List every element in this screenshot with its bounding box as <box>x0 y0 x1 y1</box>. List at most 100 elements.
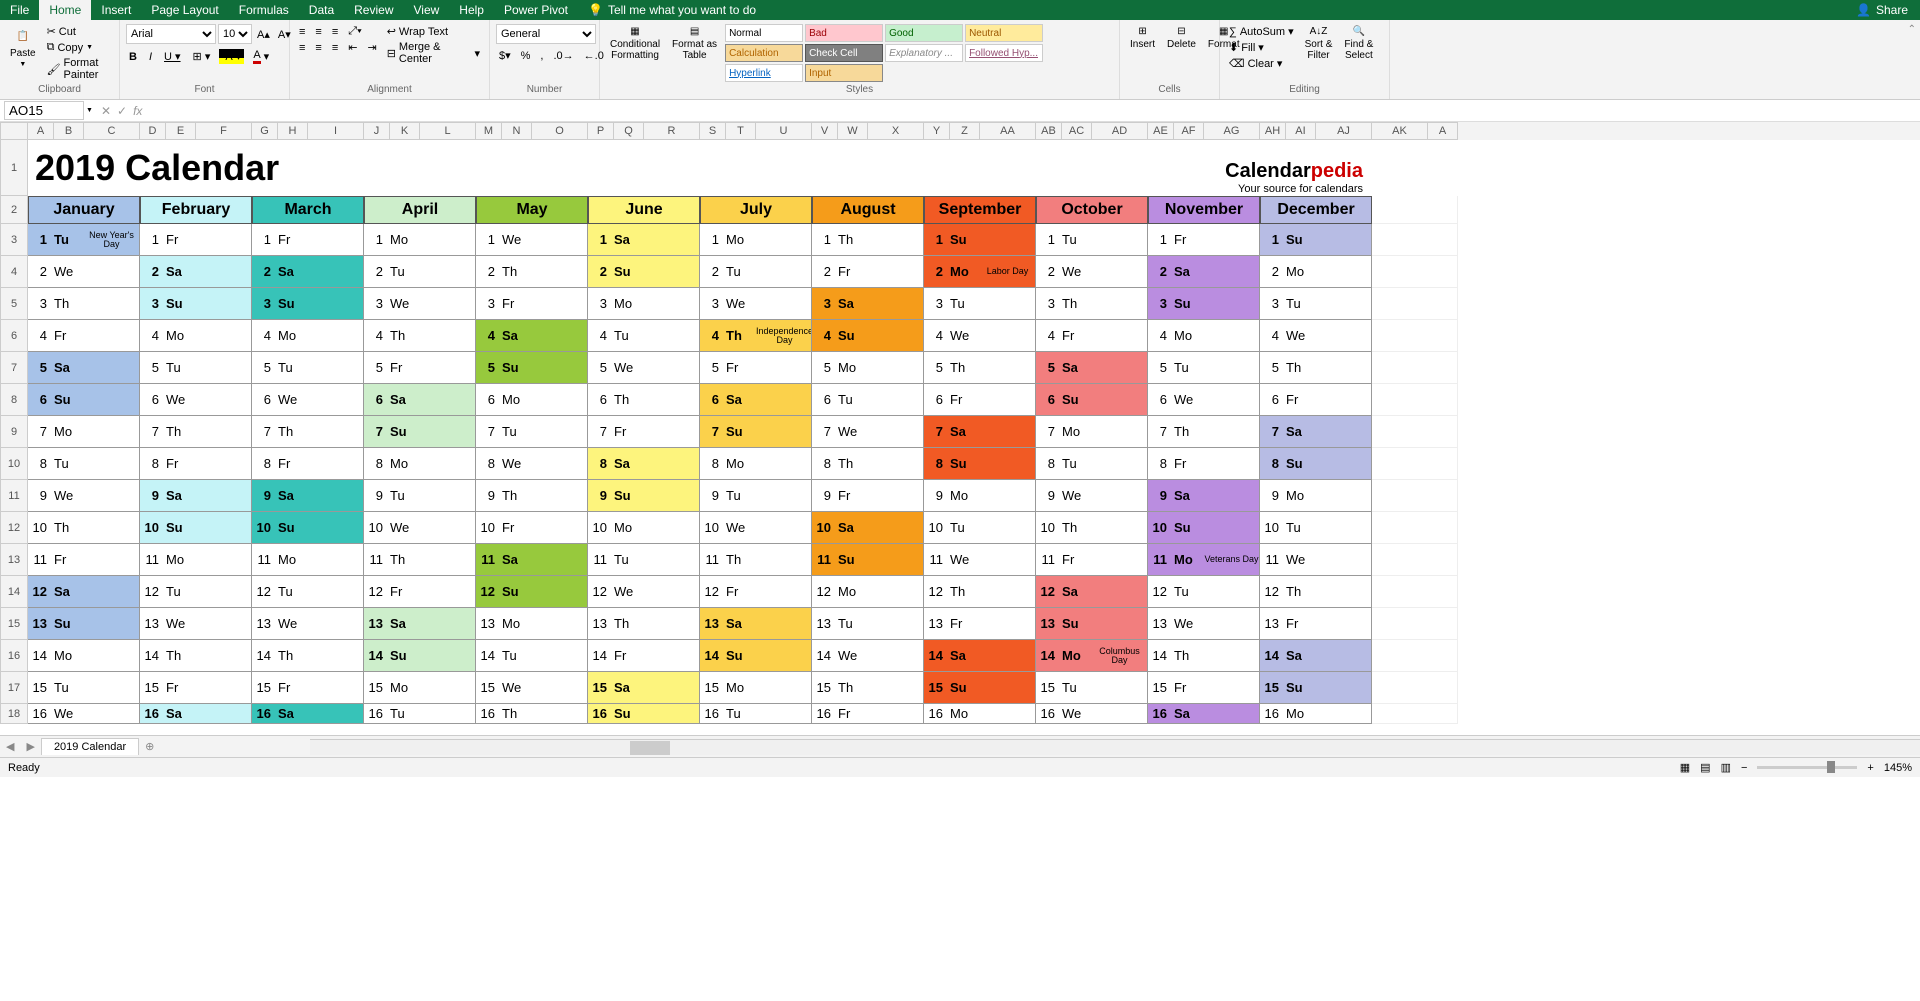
zoom-in-button[interactable]: + <box>1867 762 1873 774</box>
day-name-cell[interactable]: Sa <box>390 384 420 416</box>
day-name-cell[interactable]: Fr <box>166 224 196 256</box>
day-name-cell[interactable]: Mo <box>838 352 868 384</box>
col-header[interactable]: AF <box>1174 122 1204 140</box>
day-number-cell[interactable]: 13 <box>364 608 390 640</box>
day-number-cell[interactable]: 13 <box>924 608 950 640</box>
day-number-cell[interactable]: 6 <box>924 384 950 416</box>
day-note-cell[interactable] <box>756 480 812 512</box>
day-name-cell[interactable]: Su <box>1062 384 1092 416</box>
day-number-cell[interactable]: 11 <box>1148 544 1174 576</box>
style-bad[interactable]: Bad <box>805 24 883 42</box>
day-note-cell[interactable] <box>1092 576 1148 608</box>
day-number-cell[interactable]: 11 <box>252 544 278 576</box>
day-name-cell[interactable]: Tu <box>1062 448 1092 480</box>
day-number-cell[interactable]: 11 <box>812 544 838 576</box>
day-note-cell[interactable] <box>1092 608 1148 640</box>
day-name-cell[interactable]: Th <box>1286 352 1316 384</box>
day-note-cell[interactable] <box>644 512 700 544</box>
day-number-cell[interactable]: 8 <box>812 448 838 480</box>
day-name-cell[interactable]: Su <box>614 704 644 724</box>
day-number-cell[interactable]: 5 <box>476 352 502 384</box>
month-header[interactable]: June <box>588 196 700 224</box>
day-number-cell[interactable]: 5 <box>700 352 726 384</box>
day-note-cell[interactable] <box>1092 448 1148 480</box>
day-number-cell[interactable]: 12 <box>28 576 54 608</box>
month-header[interactable]: July <box>700 196 812 224</box>
day-note-cell[interactable] <box>1092 480 1148 512</box>
select-all-corner[interactable] <box>0 122 28 140</box>
day-note-cell[interactable] <box>532 256 588 288</box>
day-number-cell[interactable]: 9 <box>1148 480 1174 512</box>
spreadsheet-grid[interactable]: ABCDEFGHIJKLMNOPQRSTUVWXYZAAABACADAEAFAG… <box>0 122 1920 735</box>
day-number-cell[interactable]: 16 <box>924 704 950 724</box>
day-name-cell[interactable]: Tu <box>838 384 868 416</box>
col-header[interactable]: T <box>726 122 756 140</box>
day-number-cell[interactable]: 10 <box>364 512 390 544</box>
borders-button[interactable]: ⊞ ▾ <box>190 49 214 64</box>
day-note-cell[interactable] <box>868 288 924 320</box>
day-number-cell[interactable]: 8 <box>1148 448 1174 480</box>
view-page-layout-icon[interactable]: ▤ <box>1700 761 1710 774</box>
font-name-combo[interactable]: Arial <box>126 24 216 44</box>
day-note-cell[interactable] <box>1092 416 1148 448</box>
day-number-cell[interactable]: 1 <box>1036 224 1062 256</box>
day-number-cell[interactable]: 5 <box>1148 352 1174 384</box>
day-name-cell[interactable]: Sa <box>502 544 532 576</box>
percent-button[interactable]: % <box>518 48 534 63</box>
col-header[interactable]: K <box>390 122 420 140</box>
day-name-cell[interactable]: Sa <box>950 640 980 672</box>
day-note-cell[interactable] <box>980 672 1036 704</box>
day-note-cell[interactable] <box>308 352 364 384</box>
day-name-cell[interactable]: Mo <box>166 544 196 576</box>
menu-power-pivot[interactable]: Power Pivot <box>494 0 578 20</box>
menu-review[interactable]: Review <box>344 0 403 20</box>
day-number-cell[interactable]: 11 <box>700 544 726 576</box>
day-name-cell[interactable]: Sa <box>1286 416 1316 448</box>
row-header[interactable]: 10 <box>0 448 28 480</box>
day-number-cell[interactable]: 14 <box>252 640 278 672</box>
day-number-cell[interactable]: 10 <box>812 512 838 544</box>
day-note-cell[interactable]: Independence Day <box>756 320 812 352</box>
day-number-cell[interactable]: 15 <box>924 672 950 704</box>
day-number-cell[interactable]: 2 <box>700 256 726 288</box>
day-number-cell[interactable]: 1 <box>700 224 726 256</box>
day-note-cell[interactable] <box>868 256 924 288</box>
comma-button[interactable]: , <box>537 48 546 63</box>
day-note-cell[interactable] <box>308 512 364 544</box>
day-name-cell[interactable]: Th <box>166 640 196 672</box>
increase-decimal-button[interactable]: .0→ <box>550 48 576 63</box>
day-note-cell[interactable] <box>84 608 140 640</box>
tab-nav-prev[interactable]: ◀ <box>0 740 20 753</box>
day-name-cell[interactable]: Su <box>278 288 308 320</box>
day-number-cell[interactable]: 7 <box>28 416 54 448</box>
day-name-cell[interactable]: Th <box>838 448 868 480</box>
day-name-cell[interactable]: Fr <box>838 256 868 288</box>
day-name-cell[interactable]: Fr <box>614 640 644 672</box>
day-note-cell[interactable] <box>420 608 476 640</box>
day-name-cell[interactable]: Tu <box>502 640 532 672</box>
day-name-cell[interactable]: Tu <box>278 352 308 384</box>
row-header[interactable]: 3 <box>0 224 28 256</box>
day-name-cell[interactable]: Su <box>166 512 196 544</box>
day-note-cell[interactable] <box>1092 256 1148 288</box>
day-number-cell[interactable]: 11 <box>140 544 166 576</box>
row-header[interactable]: 9 <box>0 416 28 448</box>
day-note-cell[interactable] <box>1092 352 1148 384</box>
day-number-cell[interactable]: 13 <box>1148 608 1174 640</box>
day-note-cell[interactable] <box>644 288 700 320</box>
day-name-cell[interactable]: We <box>502 672 532 704</box>
day-number-cell[interactable]: 10 <box>588 512 614 544</box>
day-note-cell[interactable] <box>84 672 140 704</box>
day-name-cell[interactable]: Su <box>502 576 532 608</box>
paste-button[interactable]: 📋 Paste ▼ <box>6 24 40 70</box>
day-name-cell[interactable]: Mo <box>166 320 196 352</box>
day-name-cell[interactable]: Fr <box>726 576 756 608</box>
row-header[interactable]: 18 <box>0 704 28 724</box>
day-note-cell[interactable] <box>980 576 1036 608</box>
day-note-cell[interactable] <box>532 704 588 724</box>
day-name-cell[interactable]: Su <box>1062 608 1092 640</box>
day-name-cell[interactable]: Sa <box>1174 256 1204 288</box>
col-header[interactable]: I <box>308 122 364 140</box>
day-number-cell[interactable]: 5 <box>1260 352 1286 384</box>
day-name-cell[interactable]: Mo <box>1062 416 1092 448</box>
